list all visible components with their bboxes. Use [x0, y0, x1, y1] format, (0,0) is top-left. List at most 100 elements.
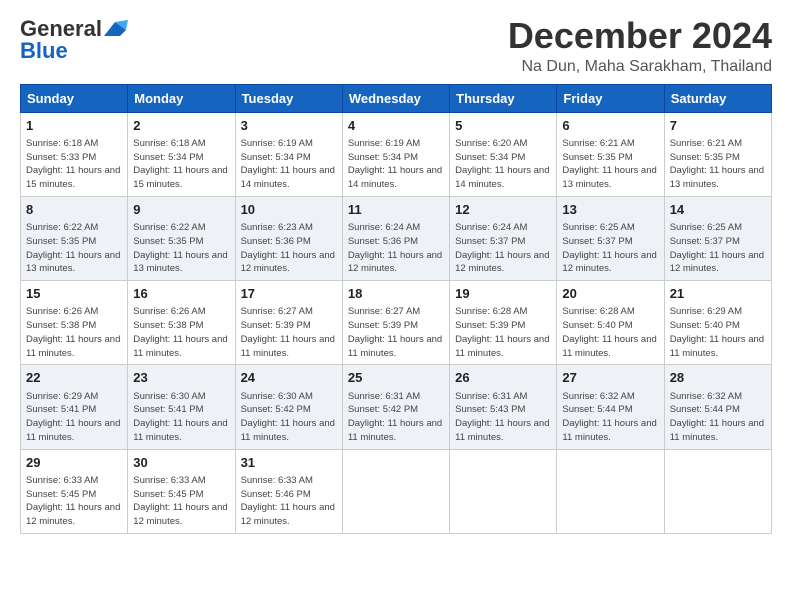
day-number: 27 — [562, 369, 658, 387]
calendar-cell: 9 Sunrise: 6:22 AMSunset: 5:35 PMDaylight… — [128, 196, 235, 280]
day-number: 26 — [455, 369, 551, 387]
day-number: 20 — [562, 285, 658, 303]
logo: General Blue — [20, 16, 128, 64]
day-info: Sunrise: 6:30 AMSunset: 5:41 PMDaylight:… — [133, 390, 229, 445]
calendar-cell: 11 Sunrise: 6:24 AMSunset: 5:36 PMDayligh… — [342, 196, 449, 280]
calendar-cell: 23 Sunrise: 6:30 AMSunset: 5:41 PMDayligh… — [128, 365, 235, 449]
calendar-cell: 2 Sunrise: 6:18 AMSunset: 5:34 PMDaylight… — [128, 112, 235, 196]
day-info: Sunrise: 6:26 AMSunset: 5:38 PMDaylight:… — [133, 305, 229, 360]
day-number: 24 — [241, 369, 337, 387]
day-number: 25 — [348, 369, 444, 387]
day-number: 30 — [133, 454, 229, 472]
day-info: Sunrise: 6:30 AMSunset: 5:42 PMDaylight:… — [241, 390, 337, 445]
month-title: December 2024 — [508, 16, 772, 56]
weekday-header-thursday: Thursday — [450, 84, 557, 112]
day-number: 10 — [241, 201, 337, 219]
calendar-cell: 19 Sunrise: 6:28 AMSunset: 5:39 PMDayligh… — [450, 281, 557, 365]
calendar-cell: 29 Sunrise: 6:33 AMSunset: 5:45 PMDayligh… — [21, 449, 128, 533]
calendar-cell: 31 Sunrise: 6:33 AMSunset: 5:46 PMDayligh… — [235, 449, 342, 533]
day-info: Sunrise: 6:29 AMSunset: 5:41 PMDaylight:… — [26, 390, 122, 445]
calendar-cell: 30 Sunrise: 6:33 AMSunset: 5:45 PMDayligh… — [128, 449, 235, 533]
day-info: Sunrise: 6:28 AMSunset: 5:40 PMDaylight:… — [562, 305, 658, 360]
day-info: Sunrise: 6:33 AMSunset: 5:45 PMDaylight:… — [133, 474, 229, 529]
day-info: Sunrise: 6:33 AMSunset: 5:45 PMDaylight:… — [26, 474, 122, 529]
logo-blue: Blue — [20, 38, 68, 64]
weekday-header-monday: Monday — [128, 84, 235, 112]
day-number: 19 — [455, 285, 551, 303]
calendar-cell: 8 Sunrise: 6:22 AMSunset: 5:35 PMDaylight… — [21, 196, 128, 280]
day-info: Sunrise: 6:24 AMSunset: 5:36 PMDaylight:… — [348, 221, 444, 276]
calendar-cell: 17 Sunrise: 6:27 AMSunset: 5:39 PMDayligh… — [235, 281, 342, 365]
day-info: Sunrise: 6:22 AMSunset: 5:35 PMDaylight:… — [133, 221, 229, 276]
day-info: Sunrise: 6:18 AMSunset: 5:34 PMDaylight:… — [133, 137, 229, 192]
day-number: 18 — [348, 285, 444, 303]
calendar-cell: 3Sunrise: 6:19 AMSunset: 5:34 PMDaylight… — [235, 112, 342, 196]
day-info: Sunrise: 6:33 AMSunset: 5:46 PMDaylight:… — [241, 474, 337, 529]
day-number: 9 — [133, 201, 229, 219]
day-info: Sunrise: 6:25 AMSunset: 5:37 PMDaylight:… — [670, 221, 766, 276]
day-number: 11 — [348, 201, 444, 219]
logo-icon — [102, 20, 128, 38]
calendar-cell: 21 Sunrise: 6:29 AMSunset: 5:40 PMDayligh… — [664, 281, 771, 365]
calendar-cell: 24 Sunrise: 6:30 AMSunset: 5:42 PMDayligh… — [235, 365, 342, 449]
weekday-header-friday: Friday — [557, 84, 664, 112]
day-info: Sunrise: 6:18 AMSunset: 5:33 PMDaylight:… — [26, 137, 122, 192]
day-number: 21 — [670, 285, 766, 303]
calendar-cell: 22 Sunrise: 6:29 AMSunset: 5:41 PMDayligh… — [21, 365, 128, 449]
day-info: Sunrise: 6:32 AMSunset: 5:44 PMDaylight:… — [562, 390, 658, 445]
day-info: Sunrise: 6:26 AMSunset: 5:38 PMDaylight:… — [26, 305, 122, 360]
day-number: 31 — [241, 454, 337, 472]
day-info: Sunrise: 6:32 AMSunset: 5:44 PMDaylight:… — [670, 390, 766, 445]
day-number: 6 — [562, 117, 658, 135]
day-number: 29 — [26, 454, 122, 472]
day-info: Sunrise: 6:20 AMSunset: 5:34 PMDaylight:… — [455, 137, 551, 192]
calendar-cell: 1Sunrise: 6:18 AMSunset: 5:33 PMDaylight… — [21, 112, 128, 196]
calendar-cell — [557, 449, 664, 533]
day-info: Sunrise: 6:22 AMSunset: 5:35 PMDaylight:… — [26, 221, 122, 276]
day-info: Sunrise: 6:19 AMSunset: 5:34 PMDaylight:… — [348, 137, 444, 192]
day-number: 2 — [133, 117, 229, 135]
calendar-cell: 25 Sunrise: 6:31 AMSunset: 5:42 PMDayligh… — [342, 365, 449, 449]
calendar-cell — [450, 449, 557, 533]
calendar-cell: 28 Sunrise: 6:32 AMSunset: 5:44 PMDayligh… — [664, 365, 771, 449]
calendar-cell: 16Sunrise: 6:26 AMSunset: 5:38 PMDayligh… — [128, 281, 235, 365]
calendar-cell: 14 Sunrise: 6:25 AMSunset: 5:37 PMDayligh… — [664, 196, 771, 280]
day-number: 12 — [455, 201, 551, 219]
day-info: Sunrise: 6:31 AMSunset: 5:42 PMDaylight:… — [348, 390, 444, 445]
calendar-cell: 7 Sunrise: 6:21 AMSunset: 5:35 PMDaylight… — [664, 112, 771, 196]
day-info: Sunrise: 6:27 AMSunset: 5:39 PMDaylight:… — [241, 305, 337, 360]
day-info: Sunrise: 6:27 AMSunset: 5:39 PMDaylight:… — [348, 305, 444, 360]
weekday-header-saturday: Saturday — [664, 84, 771, 112]
calendar-cell: 6Sunrise: 6:21 AMSunset: 5:35 PMDaylight… — [557, 112, 664, 196]
calendar-cell — [342, 449, 449, 533]
day-info: Sunrise: 6:28 AMSunset: 5:39 PMDaylight:… — [455, 305, 551, 360]
day-info: Sunrise: 6:23 AMSunset: 5:36 PMDaylight:… — [241, 221, 337, 276]
calendar-cell: 26Sunrise: 6:31 AMSunset: 5:43 PMDayligh… — [450, 365, 557, 449]
day-number: 8 — [26, 201, 122, 219]
calendar-cell: 13 Sunrise: 6:25 AMSunset: 5:37 PMDayligh… — [557, 196, 664, 280]
calendar-cell: 18 Sunrise: 6:27 AMSunset: 5:39 PMDayligh… — [342, 281, 449, 365]
calendar-table: SundayMondayTuesdayWednesdayThursdayFrid… — [20, 84, 772, 534]
calendar-cell: 10 Sunrise: 6:23 AMSunset: 5:36 PMDayligh… — [235, 196, 342, 280]
day-number: 13 — [562, 201, 658, 219]
calendar-cell: 15 Sunrise: 6:26 AMSunset: 5:38 PMDayligh… — [21, 281, 128, 365]
calendar-cell: 4Sunrise: 6:19 AMSunset: 5:34 PMDaylight… — [342, 112, 449, 196]
day-number: 22 — [26, 369, 122, 387]
day-number: 17 — [241, 285, 337, 303]
day-number: 7 — [670, 117, 766, 135]
calendar-cell: 5 Sunrise: 6:20 AMSunset: 5:34 PMDaylight… — [450, 112, 557, 196]
day-number: 28 — [670, 369, 766, 387]
day-number: 15 — [26, 285, 122, 303]
weekday-header-sunday: Sunday — [21, 84, 128, 112]
day-number: 23 — [133, 369, 229, 387]
day-number: 3 — [241, 117, 337, 135]
day-number: 5 — [455, 117, 551, 135]
title-section: December 2024 Na Dun, Maha Sarakham, Tha… — [508, 16, 772, 76]
page-header: General Blue December 2024 Na Dun, Maha … — [20, 16, 772, 76]
day-info: Sunrise: 6:29 AMSunset: 5:40 PMDaylight:… — [670, 305, 766, 360]
weekday-header-tuesday: Tuesday — [235, 84, 342, 112]
day-info: Sunrise: 6:21 AMSunset: 5:35 PMDaylight:… — [670, 137, 766, 192]
day-number: 14 — [670, 201, 766, 219]
day-info: Sunrise: 6:25 AMSunset: 5:37 PMDaylight:… — [562, 221, 658, 276]
location: Na Dun, Maha Sarakham, Thailand — [508, 58, 772, 76]
